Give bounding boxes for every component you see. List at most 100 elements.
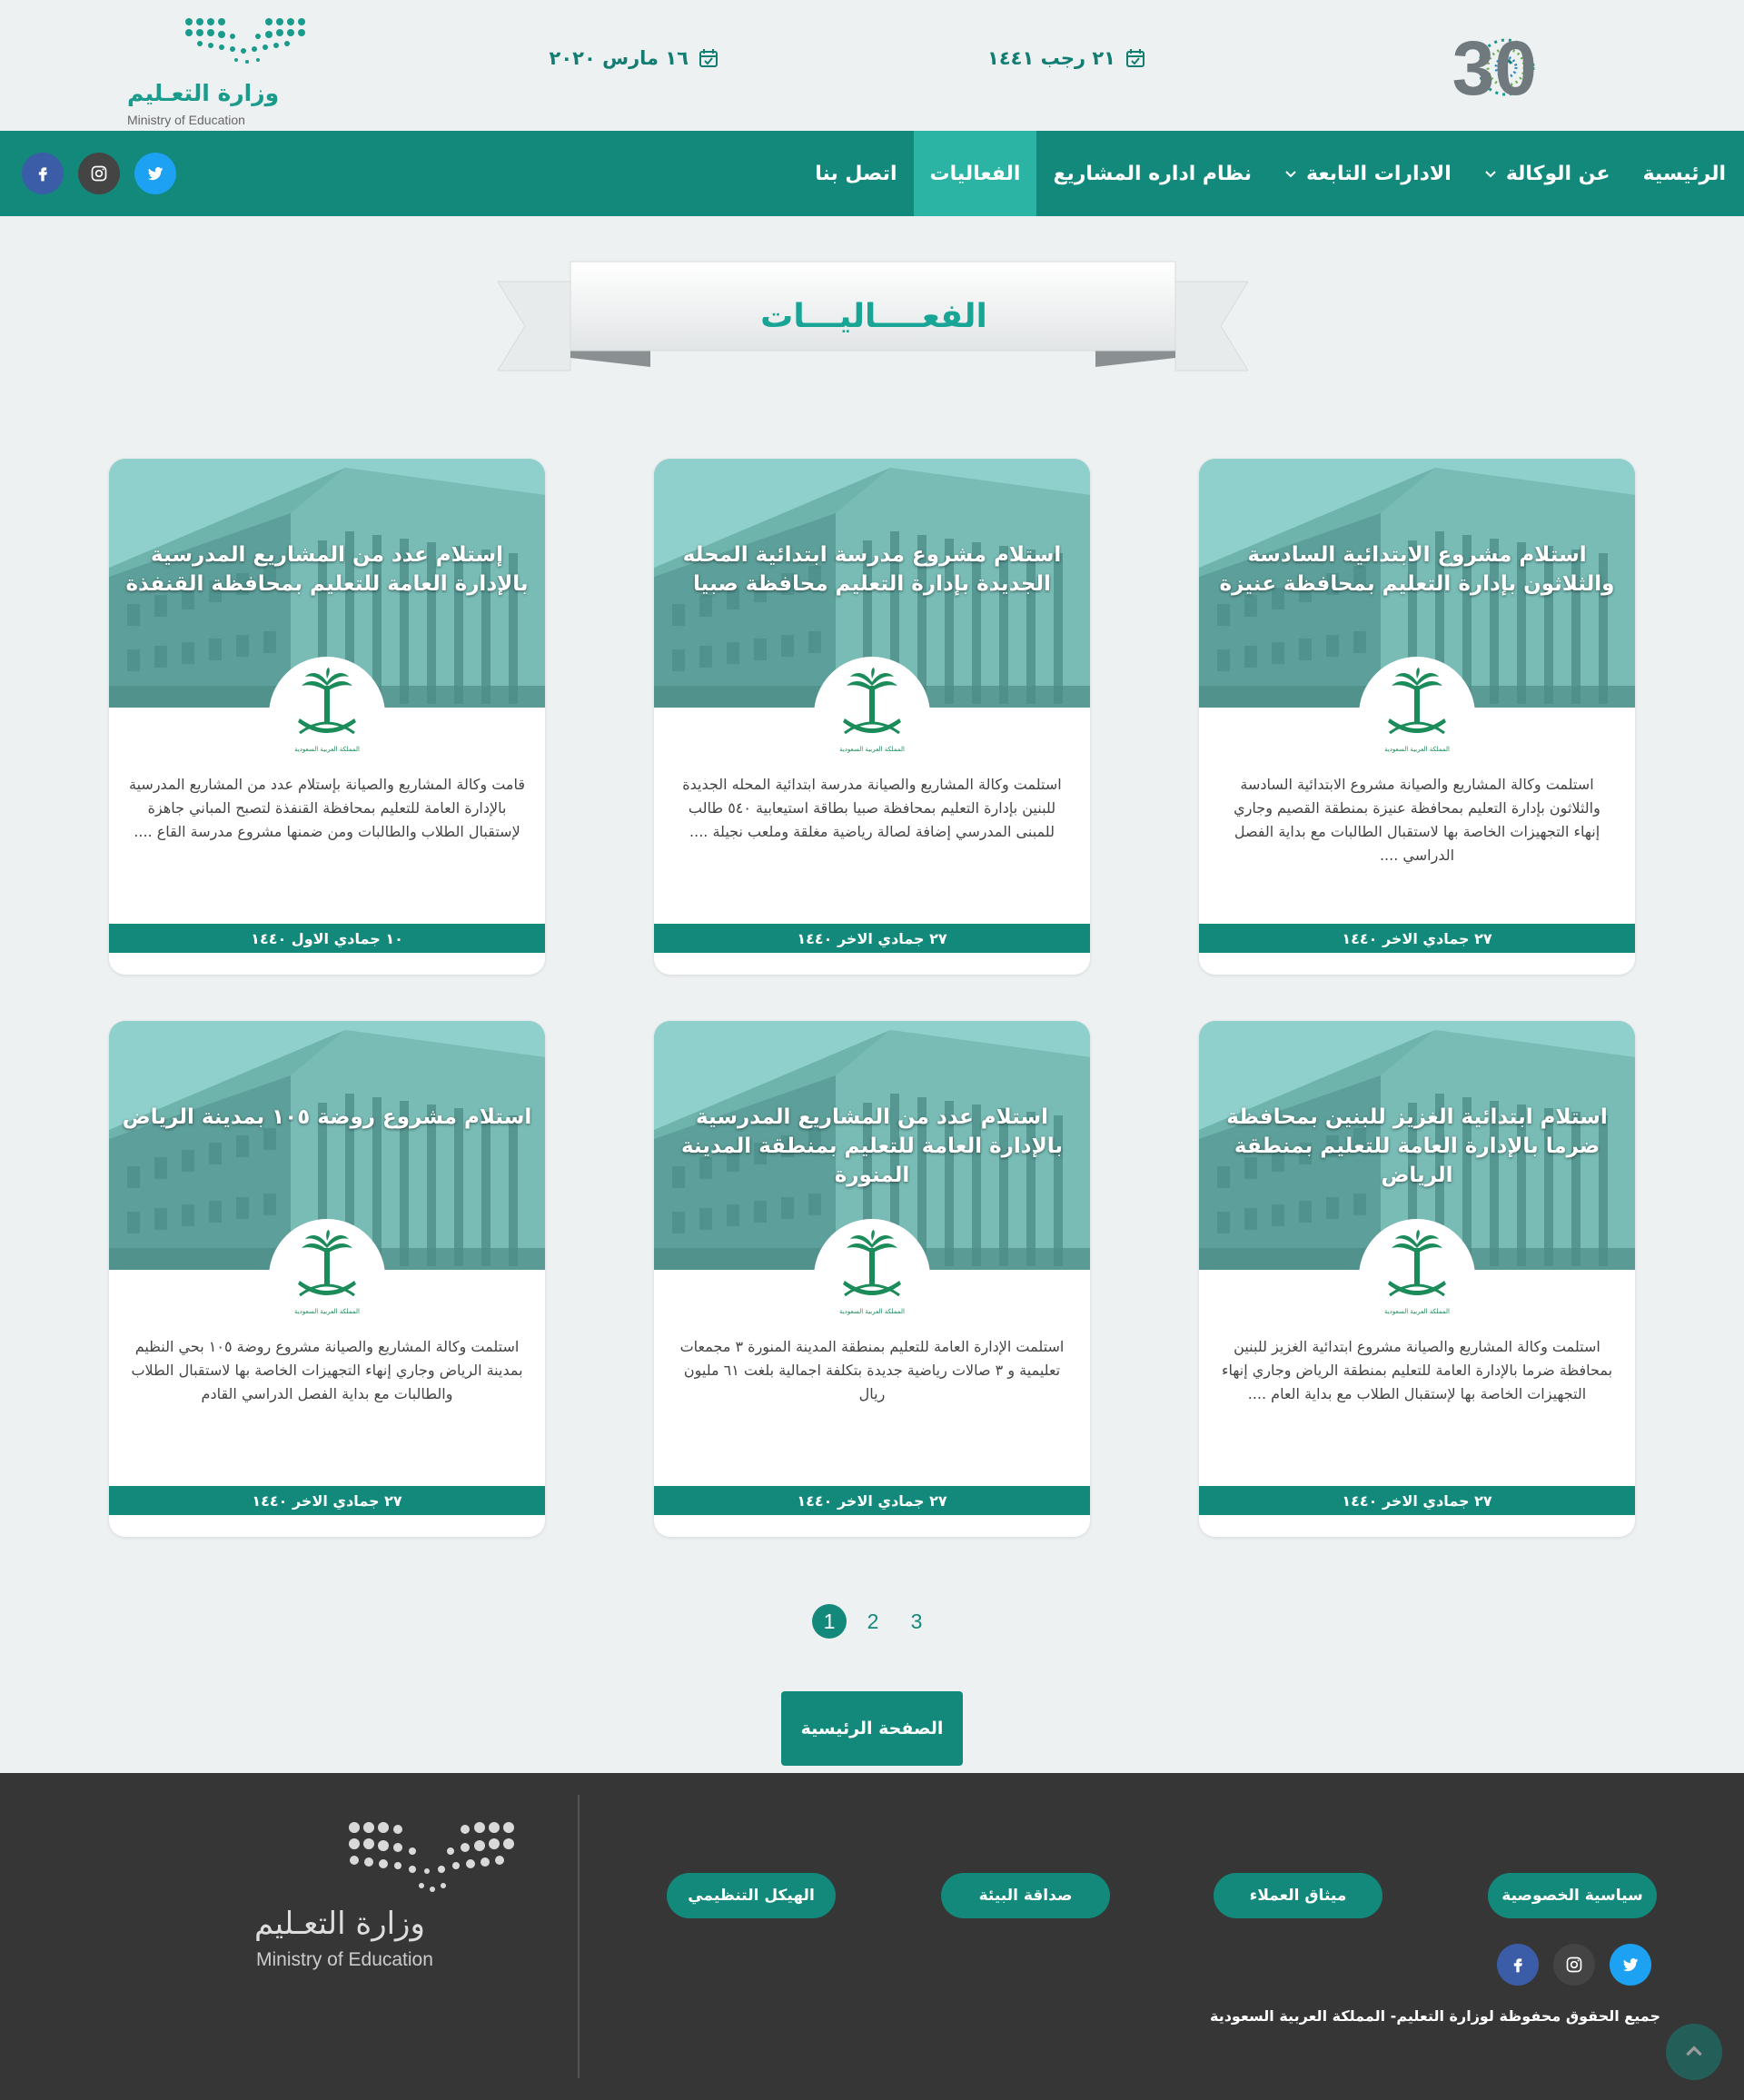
chevron-down-icon [1285, 171, 1296, 178]
ministry-logo-dots [349, 1822, 514, 1892]
gregorian-date: ١٦ مارس ٢٠٢٠ [550, 47, 720, 69]
chevron-down-icon [1485, 171, 1496, 178]
calendar-icon [699, 49, 718, 67]
event-card[interactable]: استلام ابتدائية الغزيز للبنين بمحافظة ضر… [1199, 1021, 1635, 1537]
footer-social-links [1497, 1944, 1651, 1986]
footer-logo-arabic: وزارة التعـليم [254, 1906, 425, 1942]
event-card-date: ٢٧ جمادي الاخر ١٤٤٠ [1199, 1486, 1635, 1515]
footer-link-eco-friendly[interactable]: صداقة البيئة [941, 1873, 1110, 1918]
ministry-logo[interactable]: وزارة التعـليم Ministry of Education [118, 13, 318, 127]
event-card-date: ٢٧ جمادي الاخر ١٤٤٠ [654, 924, 1090, 953]
page-1-button[interactable]: 1 [812, 1604, 847, 1639]
ministry-logo-arabic: وزارة التعـليم [127, 80, 280, 106]
instagram-icon [91, 165, 107, 182]
nav-item-contact[interactable]: اتصل بنا [798, 131, 913, 216]
footer: وزارة التعـليم Ministry of Education [0, 1773, 1744, 2100]
event-card[interactable]: استلام مشروع روضة ١٠٥ بمدينة الرياض المم… [109, 1021, 545, 1537]
event-card-description: استلمت وكالة المشاريع والصيانة مشروع روض… [131, 1338, 523, 1402]
event-card-date: ٢٧ جمادي الاخر ١٤٤٠ [109, 1486, 545, 1515]
scroll-to-top-button[interactable] [1666, 2024, 1722, 2080]
event-card-title[interactable]: استلام مشروع روضة ١٠٥ بمدينة الرياض [122, 1103, 532, 1132]
nav-item-label: الفعاليات [929, 162, 1021, 185]
page-2-button[interactable]: 2 [856, 1604, 890, 1639]
pagination: 1 2 3 [812, 1604, 934, 1639]
saudi-emblem: المملكة العربية السعودية [1359, 657, 1475, 773]
instagram-link[interactable] [1553, 1944, 1595, 1986]
nav-item-label: اتصل بنا [815, 162, 897, 185]
nav-item-label: الرئيسية [1642, 162, 1726, 185]
main-nav: الرئيسية عن الوكالة الادارات التابعة نظا… [0, 131, 1744, 216]
saudi-emblem: المملكة العربية السعودية [269, 657, 385, 773]
nav-menu: الرئيسية عن الوكالة الادارات التابعة نظا… [798, 131, 1744, 216]
emblem-caption: المملكة العربية السعودية [294, 1308, 360, 1315]
twitter-icon [147, 167, 164, 181]
twitter-link[interactable] [134, 153, 176, 194]
event-card-date: ١٠ جمادي الاول ١٤٤٠ [109, 924, 545, 953]
event-card-title[interactable]: استلام مشروع الابتدائية السادسة والثلاثو… [1212, 540, 1622, 599]
footer-ministry-logo[interactable]: وزارة التعـليم Ministry of Education [245, 1818, 536, 1982]
event-card[interactable]: استلام مشروع مدرسة ابتدائية المحله الجدي… [654, 459, 1090, 975]
ministry-logo-english: Ministry of Education [127, 113, 245, 127]
saudi-emblem-icon: المملكة العربية السعودية [294, 668, 360, 753]
emblem-caption: المملكة العربية السعودية [1384, 746, 1450, 753]
ministry-logo-dots [185, 18, 305, 64]
event-card-title[interactable]: استلام مشروع مدرسة ابتدائية المحله الجدي… [667, 540, 1077, 599]
instagram-link[interactable] [78, 153, 120, 194]
saudi-emblem: المملكة العربية السعودية [814, 657, 930, 773]
top-header: 2 30 ٢١ رجب ١٤٤١ ١٦ مارس ٢٠٢٠ [0, 0, 1744, 131]
event-card-title[interactable]: استلام ابتدائية الغزيز للبنين بمحافظة ضر… [1212, 1103, 1622, 1190]
gregorian-date-text: ١٦ مارس ٢٠٢٠ [549, 47, 689, 69]
saudi-emblem-icon: المملكة العربية السعودية [1384, 668, 1450, 753]
footer-logo-english: Ministry of Education [256, 1949, 433, 1970]
copyright-text: جميع الحقوق محفوظة لوزارة التعليم- الممل… [1210, 2007, 1660, 2025]
hijri-date-text: ٢١ رجب ١٤٤١ [987, 47, 1115, 69]
facebook-icon [38, 167, 47, 182]
saudi-emblem-icon: المملكة العربية السعودية [839, 668, 905, 753]
event-card-title[interactable]: إستلام عدد من المشاريع المدرسية بالإدارة… [122, 540, 532, 599]
vision-2030-logo[interactable]: 2 30 [1417, 25, 1631, 109]
home-page-button[interactable]: الصفحة الرئيسية [781, 1691, 963, 1766]
event-card-date: ٢٧ جمادي الاخر ١٤٤٠ [654, 1486, 1090, 1515]
footer-link-org-structure[interactable]: الهيكل التنظيمي [667, 1873, 836, 1918]
event-card-description: استلمت الإدارة العامة للتعليم بمنطقة الم… [679, 1338, 1065, 1402]
nav-item-home[interactable]: الرئيسية [1627, 131, 1744, 216]
nav-item-departments[interactable]: الادارات التابعة [1268, 131, 1468, 216]
facebook-link[interactable] [1497, 1944, 1539, 1986]
page-title: الفعــــاليـــات [760, 297, 987, 335]
event-card[interactable]: استلام مشروع الابتدائية السادسة والثلاثو… [1199, 459, 1635, 975]
nav-item-label: الادارات التابعة [1306, 162, 1452, 185]
footer-link-privacy[interactable]: سياسية الخصوصية [1488, 1873, 1657, 1918]
saudi-emblem: المملكة العربية السعودية [269, 1219, 385, 1335]
saudi-emblem-icon: المملكة العربية السعودية [1384, 1230, 1450, 1315]
event-card-title[interactable]: استلام عدد من المشاريع المدرسية بالإدارة… [667, 1103, 1077, 1190]
saudi-emblem-icon: المملكة العربية السعودية [294, 1230, 360, 1315]
event-card-description: استلمت وكالة المشاريع والصيانة مشروع الا… [1234, 776, 1600, 864]
saudi-emblem: المملكة العربية السعودية [814, 1219, 930, 1335]
saudi-emblem: المملكة العربية السعودية [1359, 1219, 1475, 1335]
nav-item-events[interactable]: الفعاليات [913, 131, 1037, 216]
emblem-caption: المملكة العربية السعودية [1384, 1308, 1450, 1315]
event-card-description: استلمت وكالة المشاريع والصيانة مشروع ابت… [1221, 1338, 1613, 1402]
twitter-link[interactable] [1610, 1944, 1651, 1986]
chevron-up-icon [1686, 2046, 1702, 2056]
facebook-link[interactable] [22, 153, 64, 194]
svg-text:30: 30 [1452, 25, 1537, 109]
page-3-button[interactable]: 3 [899, 1604, 934, 1639]
twitter-icon [1622, 1958, 1639, 1972]
nav-social-links [22, 153, 176, 194]
nav-item-project-system[interactable]: نظام اداره المشاريع [1036, 131, 1268, 216]
emblem-caption: المملكة العربية السعودية [839, 746, 905, 753]
event-card[interactable]: إستلام عدد من المشاريع المدرسية بالإدارة… [109, 459, 545, 975]
event-card[interactable]: استلام عدد من المشاريع المدرسية بالإدارة… [654, 1021, 1090, 1537]
emblem-caption: المملكة العربية السعودية [294, 746, 360, 753]
footer-link-customer-charter[interactable]: ميثاق العملاء [1214, 1873, 1382, 1918]
emblem-caption: المملكة العربية السعودية [839, 1308, 905, 1315]
event-card-date: ٢٧ جمادي الاخر ١٤٤٠ [1199, 924, 1635, 953]
hijri-date: ٢١ رجب ١٤٤١ [987, 47, 1146, 69]
footer-divider [578, 1795, 580, 2078]
nav-item-about[interactable]: عن الوكالة [1468, 131, 1627, 216]
nav-item-label: نظام اداره المشاريع [1053, 162, 1253, 185]
facebook-icon [1513, 1958, 1522, 1973]
instagram-icon [1566, 1956, 1582, 1973]
event-card-description: استلمت وكالة المشاريع والصيانة مدرسة ابت… [682, 776, 1062, 840]
